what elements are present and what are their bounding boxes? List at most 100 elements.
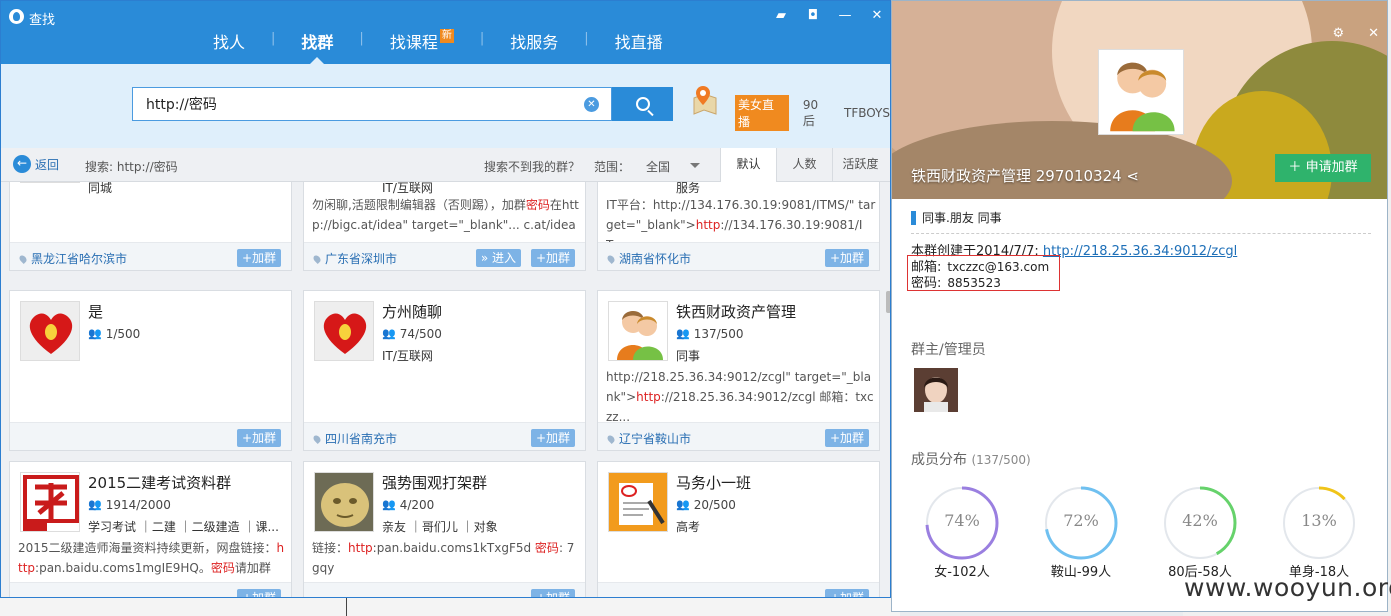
join-button[interactable]: +加群: [824, 429, 869, 447]
group-tags: 学习考试 ｜二建 ｜二级建造 ｜课...: [88, 520, 279, 534]
group-name[interactable]: 强势围观打架群: [382, 472, 487, 493]
close-icon[interactable]: ✕: [1368, 26, 1379, 41]
share-icon[interactable]: ⋖: [1126, 167, 1139, 185]
search-input[interactable]: [133, 88, 573, 120]
hot-keyword[interactable]: TFBOYS: [844, 106, 890, 120]
cant-find-link[interactable]: 搜索不到我的群？: [484, 158, 580, 175]
join-button[interactable]: +加群: [824, 589, 869, 597]
sort-default[interactable]: 默认: [720, 148, 776, 182]
join-button[interactable]: +加群: [824, 249, 869, 267]
search-query-label: 搜索: http://密码: [85, 160, 178, 174]
group-card[interactable]: 2015二建考试资料群 👥 1914/2000 学习考试 ｜二建 ｜二级建造 ｜课…: [9, 461, 292, 597]
settings-icon[interactable]: ⚙: [1332, 26, 1344, 41]
card-footer: +加群: [10, 422, 291, 450]
group-location[interactable]: 黑龙江省哈尔滨市: [20, 250, 127, 267]
scope-label: 范围：: [594, 160, 631, 174]
group-card[interactable]: 强势围观打架群 👥 4/200 亲友 ｜哥们儿 ｜对象 链接：http:pan.b…: [303, 461, 586, 597]
people-icon: 👥: [88, 327, 102, 340]
admin-avatar[interactable]: [914, 368, 958, 412]
card-footer: 湖南省怀化市 +加群: [598, 242, 879, 270]
group-card[interactable]: 铁西财政资产管理 👥 137/500 同事 http://218.25.36.34…: [597, 290, 880, 451]
filter-bar: ← 返回 搜索: http://密码 搜索不到我的群？ 范围： 全国 默认 人数 …: [1, 148, 890, 182]
group-name[interactable]: 铁西财政资产管理: [676, 301, 796, 322]
group-avatar: [20, 182, 80, 183]
new-badge: 新: [439, 29, 454, 43]
hot-keyword[interactable]: 90后: [803, 98, 830, 129]
people-icon: 👥: [382, 498, 396, 511]
tab-find-people[interactable]: 找人: [187, 25, 271, 64]
group-location[interactable]: 湖南省怀化市: [608, 250, 691, 267]
group-card[interactable]: 马务小一班 👥 20/500 高考 +加群: [597, 461, 880, 597]
skin-icon[interactable]: ◘: [806, 8, 820, 23]
join-button[interactable]: +加群: [530, 249, 575, 267]
member-count-value: 74/500: [399, 327, 442, 341]
password-line: 密码: 8853523: [911, 272, 1001, 291]
ring-label: 女-102人: [934, 565, 990, 580]
group-location[interactable]: 四川省南充市: [314, 430, 397, 447]
minimize-icon[interactable]: —: [838, 8, 852, 23]
group-tags: 服务: [676, 182, 701, 195]
hot-live-tag[interactable]: 美女直播: [735, 95, 789, 131]
group-card[interactable]: 同城 黑龙江省哈尔滨市 +加群: [9, 182, 292, 271]
desc-highlight: http: [636, 390, 661, 404]
group-location[interactable]: 广东省深圳市: [314, 250, 397, 267]
password-label: 密码:: [911, 276, 942, 291]
group-card[interactable]: 方州随聊 👥 74/500 IT/互联网 四川省南充市 +加群: [303, 290, 586, 451]
card-footer: 广东省深圳市 » 进入 +加群: [304, 242, 585, 270]
feedback-icon[interactable]: ▰: [774, 8, 788, 23]
distribution-ring: 74%: [924, 485, 1000, 561]
nav-tabs: 找人 | 找群 | 找课程新 | 找服务 | 找直播: [187, 25, 689, 64]
card-footer: +加群: [598, 582, 879, 597]
group-tags: 同事: [676, 349, 701, 363]
join-button[interactable]: +加群: [530, 429, 575, 447]
group-name[interactable]: 是: [88, 301, 103, 322]
group-card[interactable]: 服务 IT平台：http://134.176.30.19:9081/ITMS/"…: [597, 182, 880, 271]
qq-logo-icon: [9, 9, 24, 24]
group-name[interactable]: 马务小一班: [676, 472, 751, 493]
join-button[interactable]: +加群: [236, 249, 281, 267]
member-count: 👥 137/500: [676, 327, 744, 341]
sort-activity[interactable]: 活跃度: [832, 148, 888, 182]
search-box: ✕: [132, 87, 612, 121]
group-card[interactable]: 是 👥 1/500 +加群: [9, 290, 292, 451]
group-description: http://218.25.36.34:9012/zcgl" target="_…: [606, 367, 876, 427]
close-icon[interactable]: ✕: [870, 8, 884, 23]
card-footer: +加群: [304, 582, 585, 597]
intro-link[interactable]: http://218.25.36.34:9012/zcgl: [1043, 244, 1237, 259]
scope-select[interactable]: 全国: [646, 158, 704, 175]
admins-title: 群主/管理员: [911, 342, 986, 358]
enter-button[interactable]: » 进入: [475, 249, 521, 267]
group-location[interactable]: 辽宁省鞍山市: [608, 430, 691, 447]
apply-join-button[interactable]: ＋ 申请加群: [1275, 154, 1371, 182]
tab-find-groups[interactable]: 找群: [275, 25, 359, 64]
back-label: 返回: [35, 157, 60, 172]
desc-highlight: http: [348, 541, 373, 555]
ring-label: 鞍山-99人: [1050, 565, 1112, 580]
join-button[interactable]: +加群: [530, 589, 575, 597]
desc-highlight: 密码: [210, 561, 235, 575]
distribution-count: (137/500): [971, 453, 1031, 467]
desc-text: 2015二级建造师海量资料持续更新，网盘链接：: [18, 541, 277, 555]
tab-find-services[interactable]: 找服务: [484, 25, 584, 64]
back-button[interactable]: ← 返回: [13, 155, 59, 173]
map-pin-icon[interactable]: [690, 84, 720, 116]
sort-members[interactable]: 人数: [776, 148, 832, 182]
group-name[interactable]: 2015二建考试资料群: [88, 472, 231, 493]
heart-avatar-icon: [314, 301, 374, 361]
window-controls: ▰ ◘ — ✕: [774, 8, 884, 23]
tab-find-courses[interactable]: 找课程新: [364, 25, 480, 64]
group-card[interactable]: IT/互联网 勿闲聊,活题限制编辑器（否则踢），加群密码在http://bigc…: [303, 182, 586, 271]
ring-percent: 72%: [1063, 511, 1099, 530]
join-button[interactable]: +加群: [236, 429, 281, 447]
group-avatar: [1098, 49, 1184, 135]
group-name[interactable]: 方州随聊: [382, 301, 442, 322]
tab-find-live[interactable]: 找直播: [589, 25, 689, 64]
join-button[interactable]: +加群: [236, 589, 281, 597]
category-text: 同事.朋友 同事: [922, 211, 1002, 225]
member-count-value: 137/500: [693, 327, 744, 341]
apply-join-label: 申请加群: [1305, 160, 1358, 175]
search-button[interactable]: [612, 87, 673, 121]
clear-icon[interactable]: ✕: [584, 97, 599, 112]
card-footer: 辽宁省鞍山市 +加群: [598, 422, 879, 450]
find-window: 查找 ▰ ◘ — ✕ 找人 | 找群 | 找课程新 | 找服务 | 找直播 ✕: [0, 0, 891, 598]
